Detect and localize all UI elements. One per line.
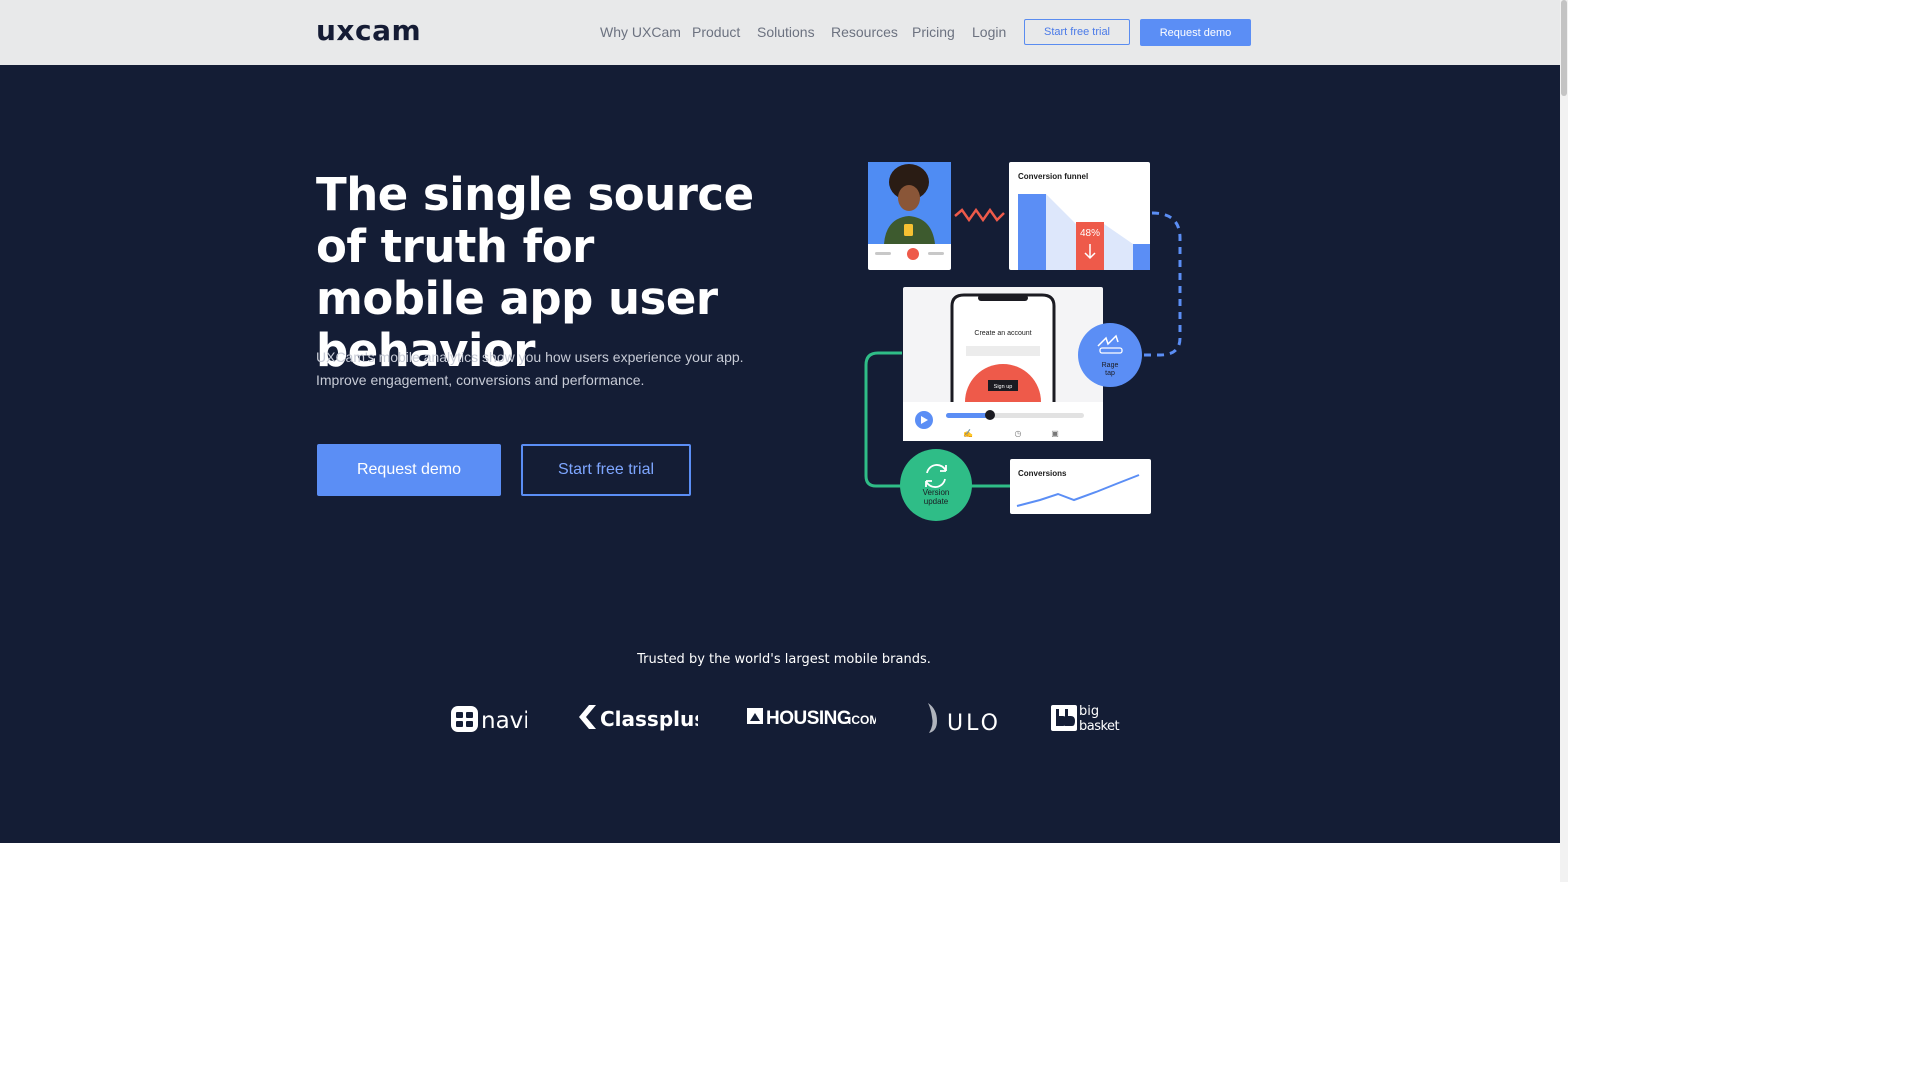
classplus-logo: Classplus xyxy=(576,701,698,733)
conversion-funnel-card: Conversion funnel 48% xyxy=(1009,162,1150,270)
product-illustration: Conversion funnel 48% Create an account … xyxy=(864,162,1182,521)
gesture-icon: ✍ xyxy=(963,429,973,438)
version-label-line1: Version xyxy=(923,488,950,497)
scrollbar-thumb[interactable] xyxy=(1561,0,1567,96)
version-label-line2: update xyxy=(924,497,949,506)
svg-text:.COM: .COM xyxy=(848,713,876,727)
uxcam-logo[interactable]: uxcam xyxy=(316,16,421,46)
nav-link-pricing[interactable]: Pricing xyxy=(912,24,955,40)
svg-text:Classplus: Classplus xyxy=(600,707,698,731)
nav-request-demo-button[interactable]: Request demo xyxy=(1140,19,1251,46)
session-replay-card: Create an account Sign up ✍ ◷ ▣ xyxy=(903,287,1103,441)
svg-text:HOUSING: HOUSING xyxy=(766,708,851,729)
nav-link-why-uxcam[interactable]: Why UXCam xyxy=(600,24,681,40)
phone-screen-title: Create an account xyxy=(974,330,1031,337)
navi-logo: navi xyxy=(451,701,527,733)
hero-subtitle-line-2: Improve engagement, conversions and perf… xyxy=(316,372,645,388)
hero-section: The single source of truth for mobile ap… xyxy=(0,65,1560,843)
conversions-card: Conversions xyxy=(1010,459,1151,514)
nav-start-trial-button[interactable]: Start free trial xyxy=(1024,19,1130,45)
bigbasket-logo: big basket xyxy=(1050,701,1122,733)
version-update-badge: Version update xyxy=(900,449,972,521)
svg-text:navi: navi xyxy=(481,708,527,733)
zigzag-connector xyxy=(954,207,1005,223)
timer-icon: ◷ xyxy=(1015,429,1022,438)
page-scrollbar[interactable] xyxy=(1560,0,1568,882)
next-section xyxy=(0,843,1560,882)
nav-link-resources[interactable]: Resources xyxy=(831,24,898,40)
top-nav: uxcam Why UXCam Product Solutions Resour… xyxy=(0,0,1560,65)
funnel-percent: 48% xyxy=(1080,228,1100,239)
hero-subtitle-line-1: UXCam's mobile analytics show you how us… xyxy=(316,349,744,365)
rage-tap-label-line2: tap xyxy=(1105,370,1115,377)
rage-tap-badge: Rage tap xyxy=(1078,323,1142,387)
phone-signup-button: Sign up xyxy=(994,384,1013,390)
julo-logo: ULO xyxy=(923,701,1003,735)
svg-text:big: big xyxy=(1079,704,1099,719)
hero-request-demo-button[interactable]: Request demo xyxy=(317,444,501,496)
housing-logo: HOUSING .COM xyxy=(746,701,876,733)
nav-link-product[interactable]: Product xyxy=(692,24,740,40)
svg-text:basket: basket xyxy=(1079,719,1120,733)
crop-icon: ▣ xyxy=(1051,429,1059,438)
hero-subtitle: UXCam's mobile analytics show you how us… xyxy=(316,346,756,392)
nav-link-solutions[interactable]: Solutions xyxy=(757,24,815,40)
trusted-heading: Trusted by the world's largest mobile br… xyxy=(637,652,931,667)
svg-text:ULO: ULO xyxy=(947,711,1001,735)
nav-link-login[interactable]: Login xyxy=(972,24,1006,40)
conversions-title: Conversions xyxy=(1018,469,1067,478)
user-photo-card xyxy=(868,162,951,270)
hero-start-trial-button[interactable]: Start free trial xyxy=(521,444,691,496)
funnel-title: Conversion funnel xyxy=(1018,172,1088,181)
rage-tap-label-line1: Rage xyxy=(1102,362,1119,369)
